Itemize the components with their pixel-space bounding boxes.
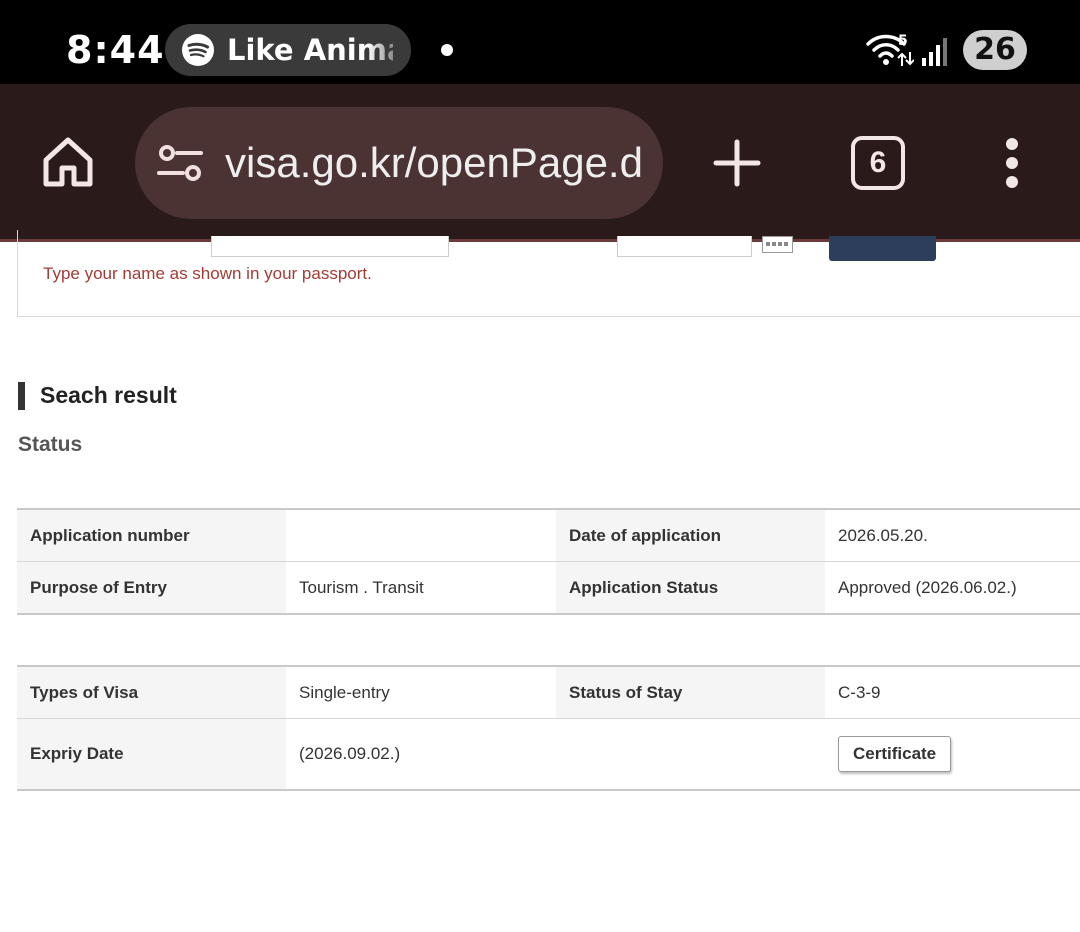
wifi-badge: 5 [898,33,908,49]
calendar-icon[interactable] [762,236,793,253]
value-status-of-stay: C-3-9 [825,665,1080,719]
table-row: Types of Visa Single-entry Status of Sta… [17,665,1080,719]
status-title: Status [18,433,83,456]
value-types-of-visa: Single-entry [286,665,556,719]
certificate-button[interactable]: Certificate [838,736,952,772]
label-application-status: Application Status [556,561,825,615]
tab-switcher-button[interactable]: 6 [851,136,905,190]
notification-dot [441,44,453,56]
table-row: Application number Date of application 2… [17,508,1080,562]
label-purpose-of-entry: Purpose of Entry [17,561,286,615]
value-application-status: Approved (2026.06.02.) [825,561,1080,615]
new-tab-icon[interactable] [712,138,762,188]
birthdate-input[interactable] [617,236,752,257]
address-bar[interactable]: visa.go.kr/openPage.do [135,107,663,219]
value-purpose-of-entry: Tourism . Transit [286,561,556,615]
name-input[interactable] [211,236,449,257]
name-hint: Type your name as shown in your passport… [43,264,372,283]
wifi-icon: 5 [866,33,914,66]
label-application-number: Application number [17,508,286,562]
browser-toolbar: visa.go.kr/openPage.do 6 [0,84,1080,242]
application-status-table: Application number Date of application 2… [17,508,1080,615]
value-date-of-application: 2026.05.20. [825,508,1080,562]
table-row: Purpose of Entry Tourism . Transit Appli… [17,561,1080,615]
visa-details-table: Types of Visa Single-entry Status of Sta… [17,665,1080,791]
section-title: Seach result [40,382,177,408]
home-icon[interactable] [40,134,96,190]
media-notification-pill[interactable]: Like Anima [165,24,411,76]
table-row: Expriy Date (2026.09.02.) Certificate [17,718,1080,791]
site-settings-icon[interactable] [157,143,203,183]
value-expiry-date: (2026.09.02.) [286,718,556,791]
signal-icon [922,38,947,66]
battery-indicator: 26 [963,30,1027,70]
url-text[interactable]: visa.go.kr/openPage.do [225,137,641,189]
section-marker [18,382,25,410]
spotify-icon [182,34,214,66]
status-bar: 8:44 Like Anima 5 26 [0,0,1080,84]
clock: 8:44 [66,28,165,72]
label-date-of-application: Date of application [556,508,825,562]
more-menu-icon[interactable] [996,136,1028,190]
label-status-of-stay: Status of Stay [556,665,825,719]
search-button[interactable] [829,236,936,261]
value-application-number [286,508,556,562]
label-expiry-date: Expriy Date [17,718,286,791]
label-types-of-visa: Types of Visa [17,665,286,719]
